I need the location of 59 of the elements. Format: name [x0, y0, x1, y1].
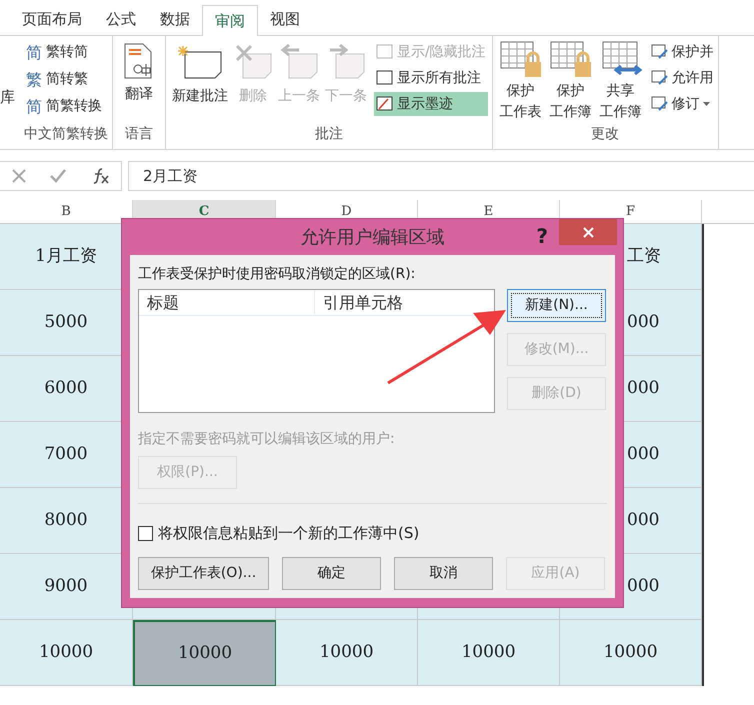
ribbon-button[interactable]: 保护并	[672, 42, 714, 62]
ribbon-button[interactable]: 新建批注	[170, 40, 230, 116]
ribbon-tab[interactable]: 公式	[94, 4, 148, 35]
dialog-button[interactable]: 确定	[282, 556, 381, 590]
ribbon-button-label[interactable]: 工作簿	[550, 103, 592, 122]
ribbon-button-label[interactable]: 工作表	[500, 103, 542, 122]
locked-sheet-icon	[548, 40, 593, 80]
group-label: 批注	[314, 125, 343, 144]
ribbon-button[interactable]: 简 繁转简	[24, 40, 104, 65]
previous-comment-icon	[279, 44, 319, 80]
group-label: 更改	[591, 125, 620, 144]
caret-icon[interactable]	[702, 102, 710, 106]
edit-sheet-icon	[650, 44, 669, 60]
close-icon[interactable]	[11, 168, 28, 184]
dialog-title: 允许用户编辑区域	[300, 226, 444, 250]
table-cell: 10000	[133, 620, 276, 686]
formula-input[interactable]: 2月工资	[128, 161, 754, 191]
ribbon-button[interactable]: 修订	[672, 94, 700, 114]
locked-sheet-icon	[498, 40, 543, 80]
users-label: 指定不需要密码就可以编辑该区域的用户:	[138, 430, 396, 449]
ink-icon	[376, 96, 394, 112]
dialog-button[interactable]: 取消	[394, 556, 493, 590]
ranges-label: 工作表受保护时使用密码取消锁定的区域(R):	[138, 265, 416, 284]
table-cell: 10000	[560, 620, 702, 686]
ribbon-button-label[interactable]: 保护	[556, 82, 585, 101]
ribbon-button[interactable]: 简 简繁转换	[24, 94, 104, 119]
note-icon	[376, 44, 394, 60]
ranges-list[interactable]: 标题 引用单元格	[138, 289, 495, 413]
ribbon-button-label[interactable]: 共享	[606, 82, 635, 101]
close-button[interactable]	[559, 219, 617, 245]
ribbon-button-label[interactable]: 保护	[506, 82, 535, 101]
translate-button[interactable]: 翻译	[117, 40, 161, 105]
ribbon-button-label[interactable]: 工作簿	[600, 103, 642, 122]
ribbon-button-label[interactable]: 库	[0, 86, 15, 108]
table-cell: 10000	[0, 620, 133, 686]
dialog-button[interactable]: 保护工作表(O)...	[138, 556, 269, 590]
ribbon-tab[interactable]: 视图	[258, 4, 312, 35]
group-label: 语言	[125, 125, 153, 144]
ribbon-button[interactable]: 允许用	[672, 68, 714, 88]
ribbon-tab[interactable]: 数据	[148, 4, 202, 35]
list-column-header[interactable]: 标题	[139, 290, 315, 315]
ribbon-tab[interactable]: 页面布局	[10, 4, 94, 35]
group-label: 中文简繁转换	[24, 125, 108, 144]
edit-sheet-icon	[650, 70, 669, 86]
notes-icon	[376, 70, 394, 86]
help-button[interactable]: ?	[536, 221, 548, 251]
ribbon-tab[interactable]: 审阅	[202, 5, 258, 36]
table-cell: 9000	[0, 554, 133, 620]
dialog-button[interactable]: 新建(N)...	[507, 289, 606, 322]
list-column-header[interactable]: 引用单元格	[315, 290, 494, 315]
ribbon-button[interactable]: 繁 简转繁	[24, 67, 104, 92]
edit-sheet-icon	[650, 96, 669, 112]
ribbon-button[interactable]: 显示所有批注	[374, 66, 488, 90]
table-cell: 10000	[276, 620, 418, 686]
ribbon-button[interactable]: 显示墨迹	[374, 92, 488, 116]
checkmark-icon[interactable]	[49, 168, 68, 184]
delete-comment-icon	[233, 44, 273, 80]
table-cell: 10000	[418, 620, 560, 686]
close-icon	[582, 226, 594, 238]
